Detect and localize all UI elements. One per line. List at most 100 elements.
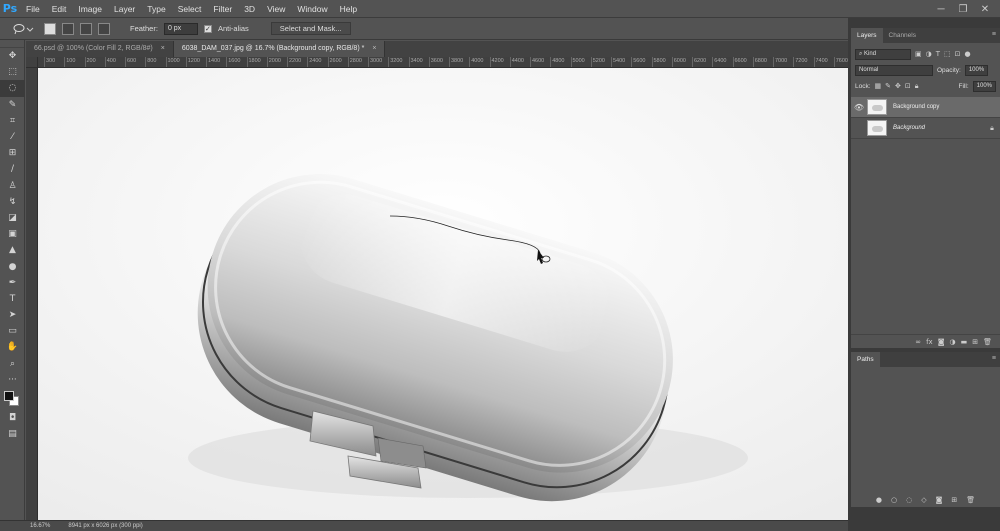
layer-row[interactable]: Background 🔒︎ <box>851 118 1000 139</box>
crop-tool-icon[interactable]: ⌗ <box>0 113 25 129</box>
make-path-icon[interactable]: ◇ <box>921 496 926 504</box>
add-selection-button[interactable] <box>62 22 74 35</box>
ruler-tick <box>266 57 268 67</box>
eraser-tool-icon[interactable]: ◪ <box>0 210 25 226</box>
zoom-level[interactable]: 16.67% <box>30 523 50 529</box>
antialias-checkbox[interactable]: ✓ <box>203 24 212 33</box>
menu-filter[interactable]: Filter <box>207 0 238 18</box>
new-path-icon[interactable]: ⊞ <box>951 496 957 504</box>
tab-channels[interactable]: Channels <box>883 28 922 43</box>
move-tool-icon[interactable]: ✥ <box>0 48 25 64</box>
stroke-path-icon[interactable]: ○ <box>891 496 897 504</box>
color-swatches <box>0 388 24 410</box>
quick-mask-icon[interactable]: ◘ <box>0 410 25 426</box>
hand-tool-icon[interactable]: ✋ <box>0 339 25 355</box>
layer-row[interactable]: 👁︎ Background copy <box>851 97 1000 118</box>
healing-tool-icon[interactable]: ⊞ <box>0 145 25 161</box>
history-brush-tool-icon[interactable]: ↯ <box>0 194 25 210</box>
filter-smart-object-icon[interactable]: ⊡ <box>955 50 961 58</box>
lasso-tool-icon[interactable]: ◌ <box>0 80 25 97</box>
close-tab-icon[interactable]: × <box>161 41 165 57</box>
restore-button[interactable]: ❐ <box>952 4 974 15</box>
subtract-selection-button[interactable] <box>80 22 92 35</box>
filter-shape-icon[interactable]: ⬚ <box>944 50 951 58</box>
path-select-tool-icon[interactable]: ➤ <box>0 307 25 323</box>
zoom-tool-icon[interactable]: ⌕ <box>0 356 25 372</box>
eye-icon[interactable]: 👁︎ <box>851 103 867 112</box>
feather-input[interactable]: 0 px <box>163 22 198 35</box>
horizontal-ruler[interactable]: 300 100 200 400 600 800 1000 1200 1400 1600 1800 20… <box>38 57 848 68</box>
document-info[interactable]: 8941 px x 6026 px (300 ppi) <box>68 523 142 529</box>
lock-position-icon[interactable]: ✥ <box>895 82 901 90</box>
load-selection-icon[interactable]: ◌ <box>906 496 912 504</box>
menu-layer[interactable]: Layer <box>108 0 141 18</box>
stamp-tool-icon[interactable]: ♙ <box>0 178 25 194</box>
lock-transparent-icon[interactable]: ▦ <box>875 82 882 90</box>
quick-select-tool-icon[interactable]: ✎ <box>0 97 25 113</box>
menu-type[interactable]: Type <box>141 0 171 18</box>
close-tab-icon[interactable]: × <box>372 41 376 57</box>
menu-select[interactable]: Select <box>172 0 208 18</box>
tab-6038-dam-037[interactable]: 6038_DAM_037.jpg @ 16.7% (Background cop… <box>173 41 386 57</box>
minimize-button[interactable]: ─ <box>930 4 952 15</box>
filter-toggle-icon[interactable]: ● <box>965 50 971 58</box>
filter-type-icon[interactable]: T <box>936 50 940 58</box>
tool-preset-picker[interactable] <box>12 22 38 36</box>
delete-path-icon[interactable]: 🗑︎ <box>966 496 975 504</box>
close-button[interactable]: ✕ <box>974 4 996 15</box>
dodge-tool-icon[interactable]: ● <box>0 258 25 274</box>
vertical-ruler[interactable] <box>26 68 38 520</box>
gradient-tool-icon[interactable]: ▣ <box>0 226 25 242</box>
document-canvas[interactable] <box>38 68 848 520</box>
new-layer-icon[interactable]: ⊞ <box>972 338 978 346</box>
ruler-tick <box>347 57 349 67</box>
panel-menu-icon[interactable]: ≡ <box>992 355 996 362</box>
delete-layer-icon[interactable]: 🗑︎ <box>983 338 992 346</box>
filter-kind-select[interactable]: ⌕ Kind <box>855 48 911 60</box>
shape-tool-icon[interactable]: ▭ <box>0 323 25 339</box>
adjustment-layer-icon[interactable]: ◑ <box>950 338 956 346</box>
filter-adjustment-icon[interactable]: ◑ <box>926 50 932 58</box>
select-and-mask-button[interactable]: Select and Mask... <box>270 22 351 35</box>
blend-mode-select[interactable]: Normal <box>855 64 933 76</box>
lock-image-icon[interactable]: ✎ <box>885 82 891 90</box>
opacity-input[interactable]: 100% <box>964 64 989 76</box>
foreground-color-swatch[interactable] <box>4 390 14 401</box>
new-group-icon[interactable]: ▬ <box>961 338 968 346</box>
layer-name[interactable]: Background <box>893 125 984 131</box>
marquee-tool-icon[interactable]: ⬚ <box>0 64 25 80</box>
lock-artboard-icon[interactable]: ⊡ <box>905 82 911 90</box>
layer-name[interactable]: Background copy <box>893 104 1000 110</box>
fill-path-icon[interactable]: ● <box>876 496 882 504</box>
brush-tool-icon[interactable]: ∕ <box>0 161 25 177</box>
tools-grip[interactable] <box>0 40 24 48</box>
tab-paths[interactable]: Paths <box>851 352 880 367</box>
ruler-tick-label: 3600 <box>430 58 443 64</box>
intersect-selection-button[interactable] <box>98 22 110 35</box>
eyedropper-tool-icon[interactable]: ⁄ <box>0 129 25 145</box>
menu-window[interactable]: Window <box>291 0 333 18</box>
menu-view[interactable]: View <box>261 0 291 18</box>
menu-edit[interactable]: Edit <box>46 0 73 18</box>
blur-tool-icon[interactable]: ▲ <box>0 242 25 258</box>
filter-pixel-icon[interactable]: ▣ <box>915 50 922 58</box>
tab-66-psd[interactable]: 66.psd @ 100% (Color Fill 2, RGB/8#) × <box>26 41 174 57</box>
menu-file[interactable]: File <box>20 0 46 18</box>
layer-style-icon[interactable]: fx <box>926 338 933 346</box>
panel-menu-icon[interactable]: ≡ <box>992 31 996 38</box>
menu-image[interactable]: Image <box>72 0 108 18</box>
fill-input[interactable]: 100% <box>972 80 996 92</box>
add-mask-icon[interactable]: ◙ <box>936 496 943 504</box>
pen-tool-icon[interactable]: ✒ <box>0 275 25 291</box>
more-tools-icon[interactable]: ··· <box>0 372 25 388</box>
type-tool-icon[interactable]: T <box>0 291 25 307</box>
menu-3d[interactable]: 3D <box>238 0 261 18</box>
add-mask-icon[interactable]: ◙ <box>938 338 945 346</box>
new-selection-button[interactable] <box>44 22 56 35</box>
lock-all-icon[interactable]: 🔒︎ <box>915 82 919 91</box>
menu-help[interactable]: Help <box>334 0 363 18</box>
screen-mode-icon[interactable]: ▤ <box>0 426 25 442</box>
tab-layers[interactable]: Layers <box>851 28 883 43</box>
ruler-corner[interactable] <box>26 57 38 68</box>
link-layers-icon[interactable]: ∞ <box>915 338 921 346</box>
